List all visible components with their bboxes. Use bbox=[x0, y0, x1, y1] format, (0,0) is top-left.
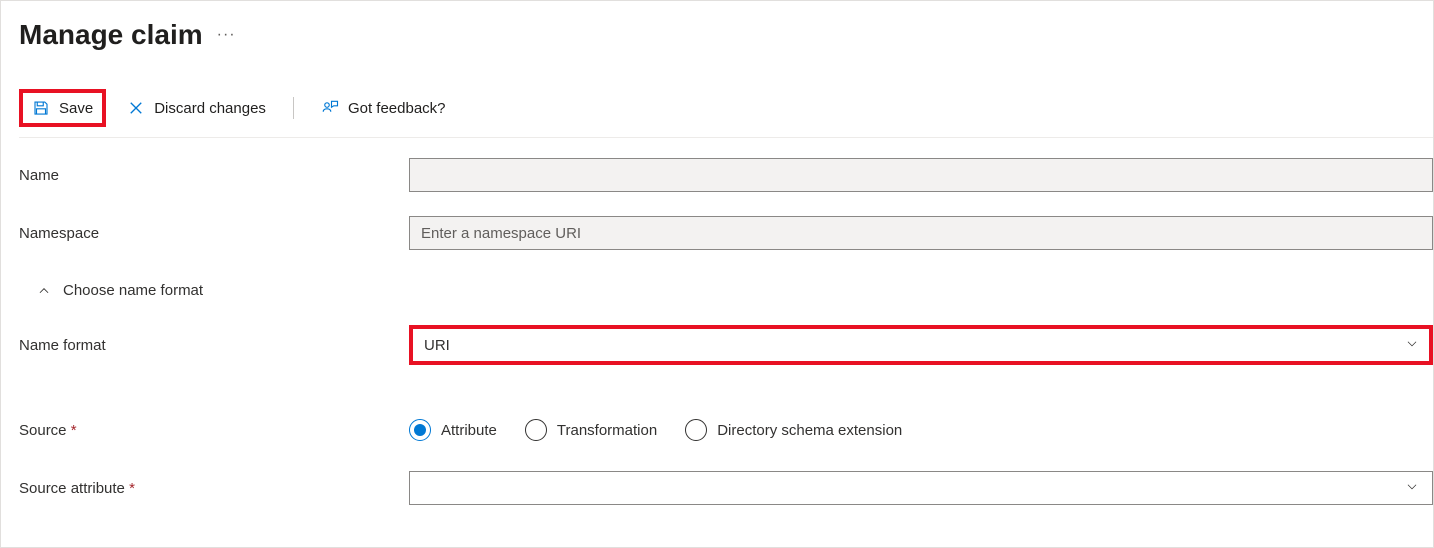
radio-circle bbox=[685, 419, 707, 441]
source-label: Source * bbox=[19, 422, 409, 439]
save-button-label: Save bbox=[59, 100, 93, 117]
close-icon bbox=[127, 99, 145, 117]
name-format-select[interactable]: URI bbox=[409, 325, 1433, 365]
source-attribute-select[interactable] bbox=[409, 471, 1433, 505]
radio-attribute[interactable]: Attribute bbox=[409, 419, 497, 441]
required-indicator: * bbox=[129, 480, 135, 497]
namespace-label: Namespace bbox=[19, 225, 409, 242]
radio-transformation-label: Transformation bbox=[557, 422, 657, 439]
feedback-button[interactable]: Got feedback? bbox=[312, 93, 455, 123]
page-header: Manage claim ··· bbox=[19, 19, 1433, 51]
form-row-source-attribute: Source attribute * bbox=[19, 469, 1433, 507]
discard-button[interactable]: Discard changes bbox=[118, 93, 275, 123]
toolbar-separator bbox=[293, 97, 294, 119]
radio-directory-ext-label: Directory schema extension bbox=[717, 422, 902, 439]
feedback-button-label: Got feedback? bbox=[348, 100, 446, 117]
radio-circle bbox=[525, 419, 547, 441]
form-row-name: Name bbox=[19, 156, 1433, 194]
save-icon bbox=[32, 99, 50, 117]
namespace-input[interactable] bbox=[409, 216, 1433, 250]
choose-format-label: Choose name format bbox=[63, 282, 203, 299]
form-row-name-format: Name format URI bbox=[19, 325, 1433, 365]
name-format-value: URI bbox=[424, 337, 450, 354]
form-row-source: Source * Attribute Transformation Direct… bbox=[19, 411, 1433, 449]
choose-format-toggle[interactable]: Choose name format bbox=[19, 272, 1433, 309]
radio-circle-selected bbox=[409, 419, 431, 441]
toolbar: Save Discard changes Got feedback? bbox=[19, 89, 1433, 138]
name-format-label: Name format bbox=[19, 337, 409, 354]
name-label: Name bbox=[19, 167, 409, 184]
save-button[interactable]: Save bbox=[19, 89, 106, 127]
page-title: Manage claim bbox=[19, 19, 203, 51]
source-radio-group: Attribute Transformation Directory schem… bbox=[409, 419, 902, 441]
more-actions-button[interactable]: ··· bbox=[217, 26, 236, 44]
form: Name Namespace Choose name format Name f… bbox=[19, 138, 1433, 507]
discard-button-label: Discard changes bbox=[154, 100, 266, 117]
form-row-namespace: Namespace bbox=[19, 214, 1433, 252]
radio-directory-ext[interactable]: Directory schema extension bbox=[685, 419, 902, 441]
feedback-icon bbox=[321, 99, 339, 117]
source-attribute-label: Source attribute * bbox=[19, 480, 409, 497]
radio-transformation[interactable]: Transformation bbox=[525, 419, 657, 441]
chevron-up-icon bbox=[37, 284, 51, 298]
name-input[interactable] bbox=[409, 158, 1433, 192]
radio-attribute-label: Attribute bbox=[441, 422, 497, 439]
required-indicator: * bbox=[71, 422, 77, 439]
